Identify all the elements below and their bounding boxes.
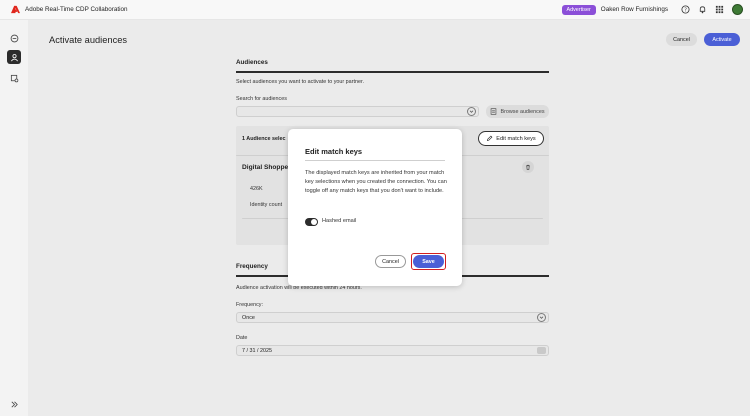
dialog-body: The displayed match keys are inherited f… bbox=[305, 170, 447, 194]
dialog-cancel-button[interactable]: Cancel bbox=[375, 255, 406, 268]
dialog-title: Edit match keys bbox=[305, 147, 363, 156]
hashed-email-toggle[interactable] bbox=[305, 218, 318, 226]
edit-match-keys-dialog: Edit match keys The displayed match keys… bbox=[288, 129, 462, 286]
toggle-label: Hashed email bbox=[322, 218, 357, 224]
toggle-knob bbox=[311, 219, 317, 225]
save-button[interactable]: Save bbox=[413, 255, 444, 268]
pencil-icon bbox=[487, 135, 493, 142]
dialog-divider bbox=[305, 160, 445, 161]
edit-match-keys-label: Edit match keys bbox=[496, 135, 536, 142]
edit-match-keys-button[interactable]: Edit match keys bbox=[478, 131, 544, 146]
